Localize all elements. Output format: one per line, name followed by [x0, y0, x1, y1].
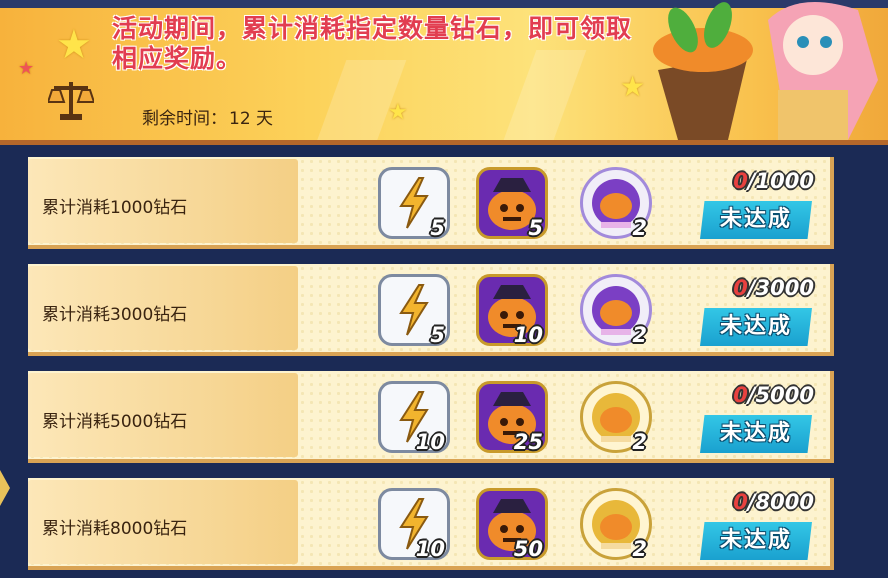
reward-quantity: 50: [513, 537, 543, 561]
progress-current: 0: [733, 169, 748, 193]
reward-row: 累计消耗8000钻石 10 50 2 0/8000 未达成: [28, 478, 834, 570]
reward-item-gold-badge[interactable]: 2: [580, 488, 652, 561]
reward-quantity: 5: [430, 323, 445, 347]
progress-total: /8000: [747, 490, 814, 514]
reward-item-pumpkin[interactable]: 10: [476, 274, 548, 347]
small-star-icon: ★: [18, 58, 35, 79]
star-icon: ★: [56, 22, 92, 68]
remaining-time: 剩余时间： 12 天: [142, 104, 273, 129]
progress-total: /3000: [747, 276, 814, 300]
reward-item-energy[interactable]: 5: [378, 167, 450, 240]
row-label-card: 累计消耗8000钻石: [28, 480, 298, 564]
row-requirement-label: 累计消耗5000钻石: [42, 412, 188, 432]
remaining-time-label: 剩余时间：: [142, 109, 227, 129]
row-requirement-label: 累计消耗3000钻石: [42, 305, 188, 325]
row-label-card: 累计消耗5000钻石: [28, 373, 298, 457]
reward-item-energy[interactable]: 10: [378, 381, 450, 454]
event-description: 活动期间，累计消耗指定数量钻石，即可领取相应奖励。: [112, 14, 633, 73]
reward-item-energy[interactable]: 5: [378, 274, 450, 347]
reward-quantity: 2: [632, 323, 647, 347]
reward-quantity: 25: [513, 430, 543, 454]
row-requirement-label: 累计消耗1000钻石: [42, 198, 188, 218]
reward-quantity: 10: [513, 323, 543, 347]
progress-total: /5000: [747, 383, 814, 407]
reward-row: 累计消耗3000钻石 5 10 2 0/3000 未达成: [28, 264, 834, 356]
reward-quantity: 2: [632, 216, 647, 240]
small-star-icon: ★: [388, 100, 408, 125]
reward-quantity: 2: [632, 430, 647, 454]
progress-text: 0/3000: [733, 276, 814, 300]
progress-current: 0: [733, 383, 748, 407]
reward-quantity: 10: [415, 430, 445, 454]
row-label-card: 累计消耗1000钻石: [28, 159, 298, 243]
progress-total: /1000: [747, 169, 814, 193]
progress-text: 0/5000: [733, 383, 814, 407]
reward-quantity: 5: [430, 216, 445, 240]
status-button-incomplete[interactable]: 未达成: [700, 415, 812, 453]
reward-item-energy[interactable]: 10: [378, 488, 450, 561]
progress-current: 0: [733, 276, 748, 300]
reward-row: 累计消耗1000钻石 5 5 2 0/1000 未达成: [28, 157, 834, 249]
status-button-incomplete[interactable]: 未达成: [700, 308, 812, 346]
reward-item-pumpkin[interactable]: 50: [476, 488, 548, 561]
reward-item-pumpkin[interactable]: 5: [476, 167, 548, 240]
status-button-incomplete[interactable]: 未达成: [700, 201, 812, 239]
prev-page-arrow-icon[interactable]: [0, 470, 10, 506]
progress-text: 0/1000: [733, 169, 814, 193]
row-label-card: 累计消耗3000钻石: [28, 266, 298, 350]
progress-current: 0: [733, 490, 748, 514]
row-requirement-label: 累计消耗8000钻石: [42, 519, 188, 539]
reward-item-pumpkin[interactable]: 25: [476, 381, 548, 454]
reward-quantity: 2: [632, 537, 647, 561]
reward-row: 累计消耗5000钻石 10 25 2 0/5000 未达成: [28, 371, 834, 463]
event-banner: ★ ★ ★ ★ 活动期间，累计消耗指定数量钻石，即可领取相应奖励。 剩余时间： 1…: [0, 0, 888, 145]
reward-item-badge[interactable]: 2: [580, 167, 652, 240]
remaining-time-value: 12 天: [229, 109, 274, 129]
reward-quantity: 10: [415, 537, 445, 561]
character-illustration: [653, 2, 878, 140]
reward-quantity: 5: [528, 216, 543, 240]
scale-icon: [48, 82, 94, 120]
reward-item-gold-badge[interactable]: 2: [580, 381, 652, 454]
status-button-incomplete[interactable]: 未达成: [700, 522, 812, 560]
reward-item-badge[interactable]: 2: [580, 274, 652, 347]
progress-text: 0/8000: [733, 490, 814, 514]
